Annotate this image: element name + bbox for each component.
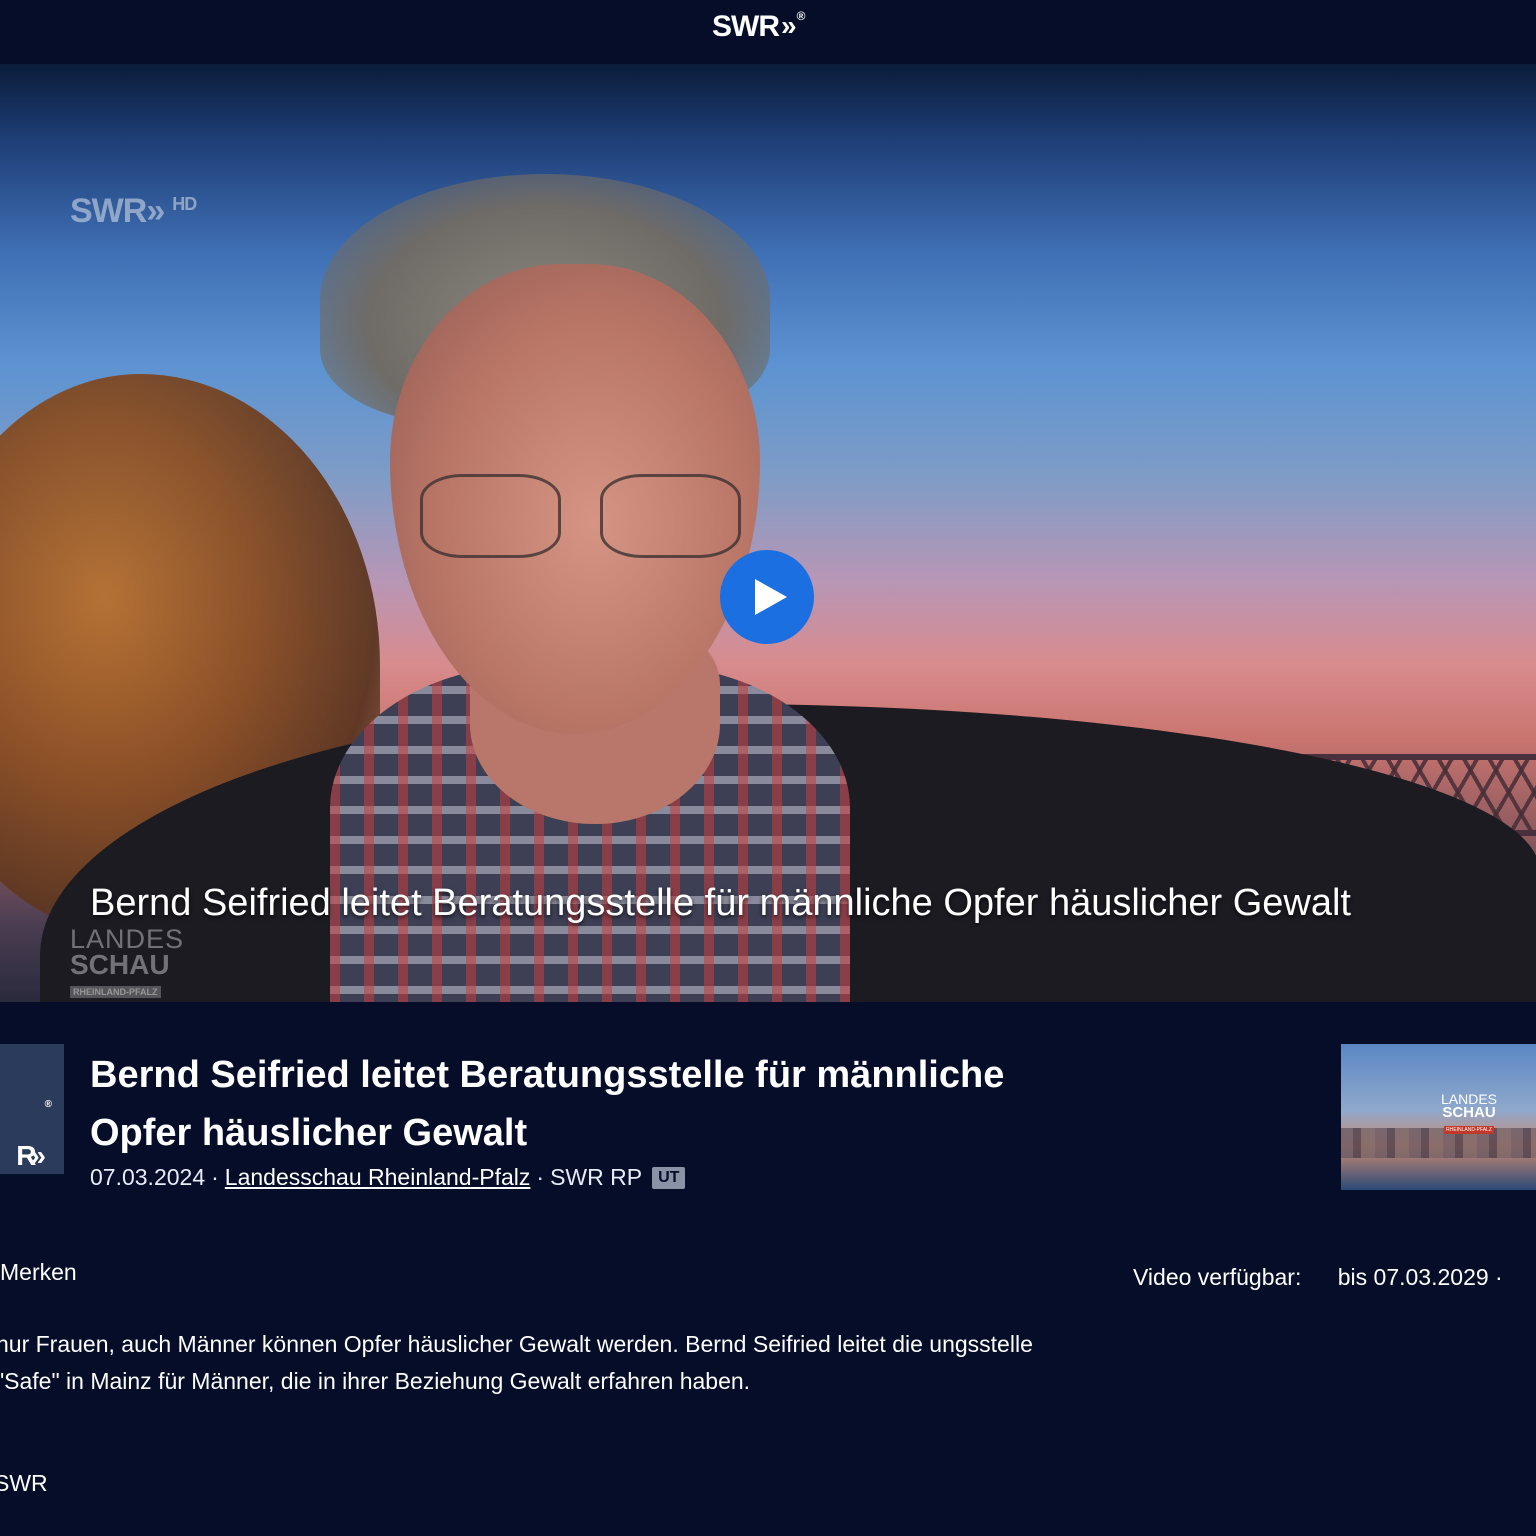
- channel-name: SWR RP: [550, 1164, 643, 1190]
- show-watermark-line2: SCHAU: [70, 949, 170, 980]
- channel-watermark-hd: HD: [172, 193, 197, 214]
- sender-logo-text: R»: [16, 1140, 46, 1171]
- sender-logo[interactable]: R» ®: [0, 1044, 64, 1174]
- video-meta: 07.03.2024 · Landesschau Rheinland-Pfalz…: [90, 1164, 686, 1191]
- video-frame-person-glasses: [420, 474, 741, 564]
- video-player[interactable]: SWR» HD LANDES SCHAU RHEINLAND-PFALZ Bern…: [0, 64, 1536, 1002]
- show-watermark-line3: RHEINLAND-PFALZ: [70, 986, 161, 998]
- swr-logo[interactable]: SWR » ®: [712, 9, 806, 44]
- logo-text: SWR: [712, 10, 780, 43]
- thumbnail-logo-line2: SCHAU: [1442, 1104, 1496, 1121]
- top-header: SWR » ®: [0, 0, 1536, 64]
- thumbnail-skyline: [1341, 1128, 1536, 1158]
- glasses-lens-left: [420, 474, 561, 558]
- next-video-thumbnail[interactable]: LANDES SCHAU RHEINLAND-PFALZ: [1341, 1044, 1536, 1190]
- meta-separator: ·: [211, 1164, 219, 1190]
- play-icon: [755, 579, 787, 615]
- thumbnail-show-logo: LANDES SCHAU RHEINLAND-PFALZ: [1441, 1092, 1497, 1134]
- show-watermark: LANDES SCHAU RHEINLAND-PFALZ: [70, 926, 184, 1002]
- glasses-lens-right: [600, 474, 741, 558]
- availability-info: Video verfügbar: bis 07.03.2029 ·: [1133, 1264, 1503, 1291]
- channel-watermark-text: SWR»: [70, 192, 165, 230]
- publish-date: 07.03.2024: [90, 1164, 206, 1190]
- merken-button[interactable]: Merken: [0, 1259, 77, 1286]
- play-button[interactable]: [720, 550, 814, 644]
- video-description: nur Frauen, auch Männer können Opfer häu…: [0, 1331, 1033, 1394]
- video-subtitle: Bernd Seifried leitet Beratungsstelle fü…: [90, 882, 1351, 924]
- availability-label: Video verfügbar:: [1133, 1264, 1302, 1290]
- channel-watermark: SWR» HD: [70, 192, 197, 231]
- meta-separator: ·: [536, 1164, 545, 1190]
- logo-arrows: »: [781, 10, 796, 41]
- show-link[interactable]: Landesschau Rheinland-Pfalz: [225, 1164, 531, 1191]
- thumbnail-logo-line3: RHEINLAND-PFALZ: [1444, 1126, 1494, 1134]
- availability-date: bis 07.03.2029 ·: [1337, 1264, 1503, 1290]
- footer-source: SWR: [0, 1470, 48, 1496]
- subtitles-badge: UT: [652, 1166, 686, 1189]
- video-title: Bernd Seifried leitet Beratungsstelle fü…: [90, 1054, 1005, 1154]
- sender-logo-reg: ®: [44, 1098, 52, 1110]
- registered-icon: ®: [796, 9, 806, 23]
